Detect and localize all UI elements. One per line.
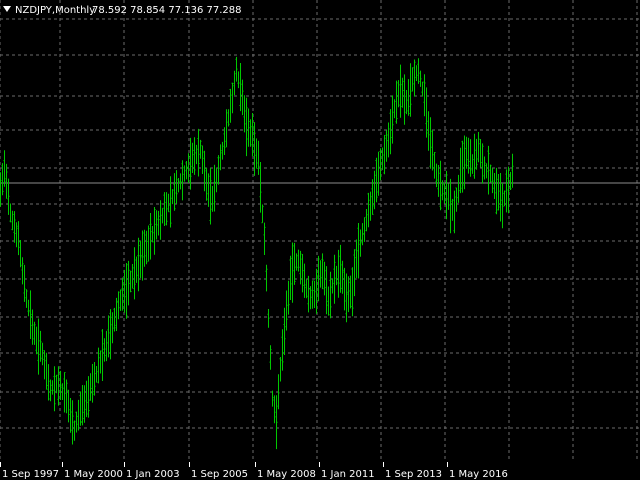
ohlc-values: 78.592 78.854 77.136 77.288: [92, 5, 242, 16]
x-axis-tick-label: 1 May 2000: [64, 469, 123, 480]
price-chart[interactable]: 1 Sep 1997 1 May 2000 1 Jan 2003 1 Sep 2005…: [0, 0, 640, 480]
chart-header: NZDJPY,Monthly 78.592 78.854 77.136 77.2…: [3, 5, 242, 16]
x-axis-tick-label: 1 Jan 2003: [126, 469, 180, 480]
x-axis-tick-label: 1 Sep 1997: [2, 469, 59, 480]
x-axis-tick-label: 1 Sep 2013: [385, 469, 442, 480]
x-axis-tick-label: 1 Sep 2005: [191, 469, 248, 480]
symbol-period-label: NZDJPY,Monthly: [15, 5, 95, 16]
x-axis-tick-label: 1 May 2008: [257, 469, 316, 480]
x-axis-tick-label: 1 May 2016: [449, 469, 508, 480]
chart-background: [0, 0, 640, 480]
x-axis-tick-label: 1 Jan 2011: [321, 469, 375, 480]
